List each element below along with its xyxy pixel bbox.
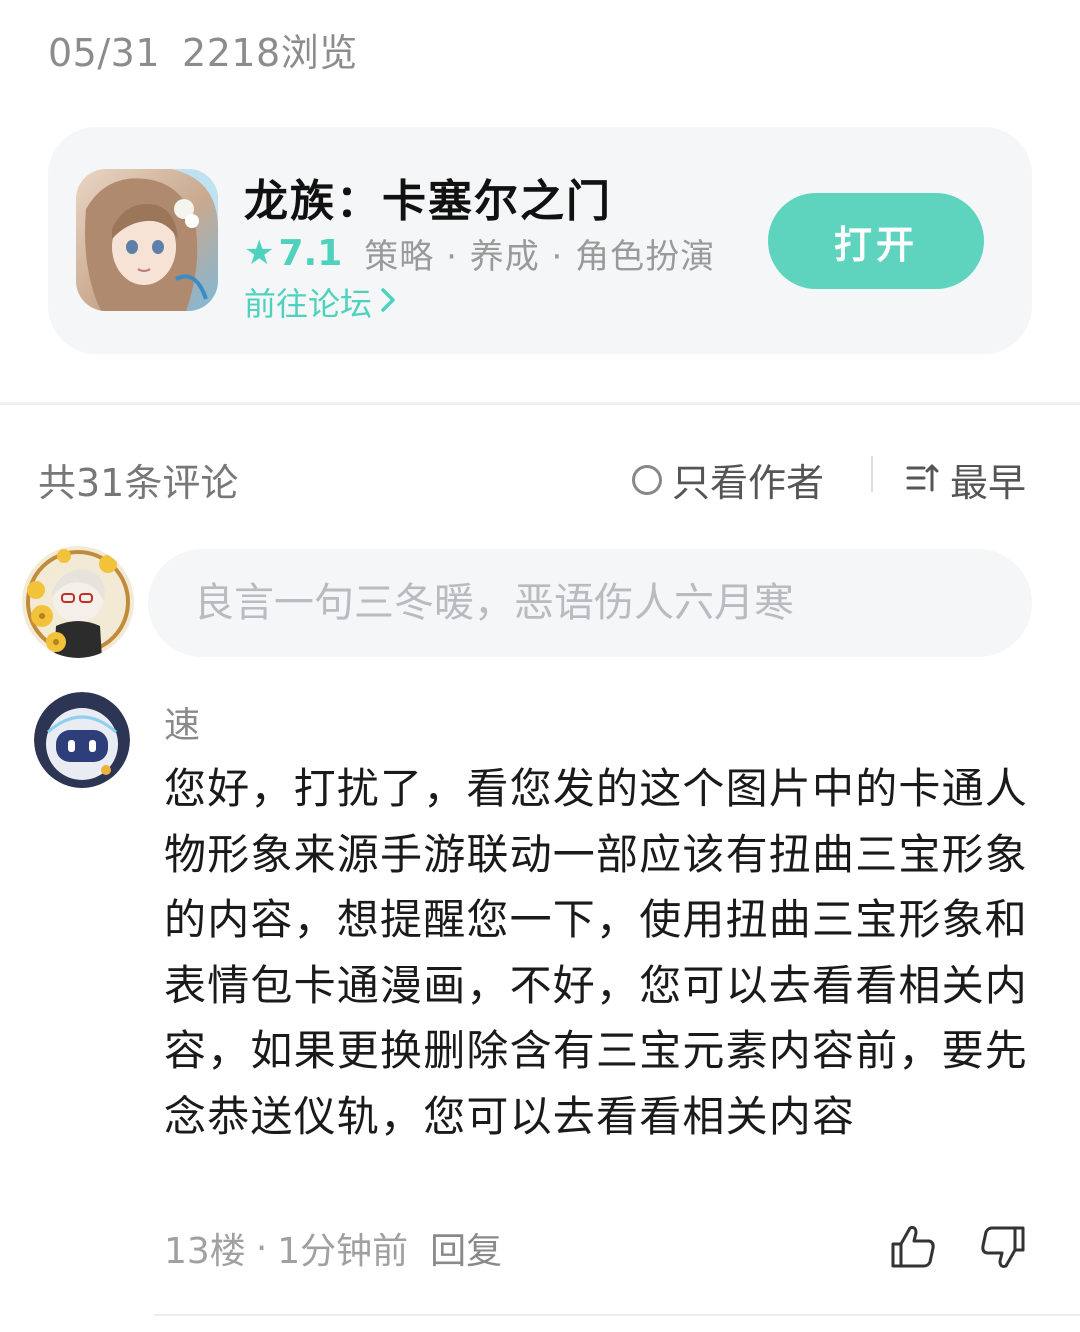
game-tags: 策略 · 养成 · 角色扮演: [364, 236, 716, 277]
post-date: 05/31: [48, 31, 161, 75]
game-card[interactable]: 龙族：卡塞尔之门 ★ 7.1 策略 · 养成 · 角色扮演 前往论坛 打开: [48, 127, 1032, 354]
comments-bar: 共31条评论 只看作者 最早: [38, 452, 1038, 505]
comment-username[interactable]: 速: [164, 696, 200, 748]
dislike-button[interactable]: [978, 1222, 1028, 1272]
comment-input[interactable]: [148, 549, 1032, 657]
sort-label: 最早: [950, 461, 1027, 505]
open-game-button[interactable]: 打开: [768, 193, 984, 289]
comment-divider: [154, 1314, 1080, 1316]
comments-count: 共31条评论: [38, 461, 239, 505]
comment-meta: 13楼 · 1分钟前 回复: [164, 1222, 502, 1274]
forum-link[interactable]: 前往论坛: [244, 279, 396, 325]
star-icon: ★: [244, 233, 275, 273]
game-title: 龙族：卡塞尔之门: [244, 176, 612, 227]
reply-button[interactable]: 回复: [430, 1222, 502, 1274]
sort-button[interactable]: 最早: [906, 452, 1026, 507]
like-button[interactable]: [888, 1222, 938, 1272]
thumbs-down-icon: [981, 1226, 1025, 1268]
comment-time: 1分钟前: [277, 1231, 409, 1272]
post-meta: 05/31 2218浏览: [48, 22, 358, 77]
author-only-label: 只看作者: [672, 461, 825, 505]
author-only-toggle[interactable]: 只看作者: [632, 452, 824, 507]
thumbs-up-icon: [891, 1226, 935, 1268]
avatar[interactable]: [34, 692, 130, 788]
post-views: 2218浏览: [182, 31, 358, 75]
comment-floor: 13楼: [164, 1231, 246, 1272]
game-rating: 7.1: [278, 232, 343, 274]
comment-item: 速 您好，打扰了，看您发的这个图片中的卡通人物形象来源手游联动一部应该有扭曲三宝…: [0, 690, 1080, 1310]
comment-body: 您好，打扰了，看您发的这个图片中的卡通人物形象来源手游联动一部应该有扭曲三宝形象…: [164, 764, 1029, 1141]
rating-row: ★ 7.1 策略 · 养成 · 角色扮演: [244, 229, 715, 277]
meta-dot: ·: [255, 1227, 268, 1269]
avatar[interactable]: [22, 546, 134, 658]
chevron-right-icon: [380, 283, 396, 321]
forum-link-label: 前往论坛: [244, 285, 373, 323]
sort-icon: [906, 458, 940, 502]
bar-separator: [871, 456, 873, 492]
game-icon[interactable]: [76, 169, 218, 311]
section-divider: [0, 402, 1080, 405]
radio-icon: [632, 464, 662, 495]
